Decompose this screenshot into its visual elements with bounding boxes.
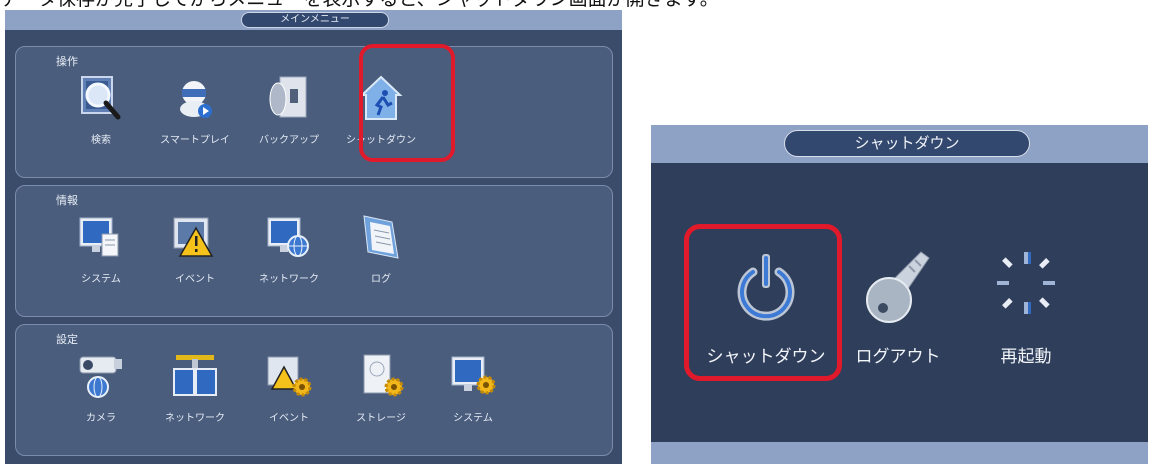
network-info-icon — [267, 217, 309, 257]
shutdown-bottom-bar — [651, 442, 1148, 464]
section-label-operation: 操作 — [56, 55, 78, 68]
key-icon — [866, 251, 930, 323]
section-operation: 操作 検索 スマートプレイ バックアップ シャットダウン — [15, 46, 613, 178]
menu-item-label: ストレージ — [356, 413, 406, 424]
menu-item-label: イベント — [175, 274, 215, 285]
menu-item-label: ネットワーク — [259, 274, 319, 285]
menu-item-label: カメラ — [86, 413, 116, 424]
menu-item-label: スマートプレイ — [160, 135, 230, 146]
menu-item-label: システム — [81, 274, 121, 285]
log-icon — [363, 215, 399, 259]
system-settings-icon — [451, 356, 496, 395]
backup-icon — [269, 76, 307, 118]
menu-item-label: システム — [453, 413, 493, 424]
camera-icon — [79, 356, 122, 398]
menu-item-label: ログ — [371, 274, 391, 285]
main-menu-title: メインメニュー — [241, 12, 389, 28]
smart-play-icon — [180, 81, 212, 118]
event-settings-icon — [267, 356, 312, 397]
main-menu-panel: メインメニュー 操作 検索 スマートプレイ バックアップ シャットダウン 情報 … — [5, 10, 622, 464]
shutdown-title-bar: シャットダウン — [651, 125, 1148, 163]
main-menu-title-bar: メインメニュー — [5, 10, 622, 30]
section-info: 情報 システム イベント ネットワーク ログ — [15, 185, 613, 317]
storage-icon — [363, 354, 404, 397]
search-icon — [81, 76, 121, 120]
shutdown-title: シャットダウン — [784, 130, 1030, 157]
system-info-icon — [79, 217, 119, 257]
menu-item-label: イベント — [269, 413, 309, 424]
section-label-settings: 設定 — [56, 333, 78, 346]
instruction-caption: データ保存が完了してからメニューを表示すると、シャットダウン画面が開きます。 — [0, 0, 1149, 10]
menu-item-label: ネットワーク — [165, 413, 225, 424]
network-settings-icon — [173, 355, 217, 396]
menu-item-label: バックアップ — [259, 135, 319, 146]
menu-item-label: 検索 — [91, 135, 111, 146]
restart-spinner-icon — [997, 252, 1055, 314]
shutdown-item-highlight — [359, 44, 455, 162]
restart-label: 再起動 — [1000, 347, 1052, 367]
event-warning-icon — [173, 217, 214, 257]
section-label-info: 情報 — [56, 194, 78, 207]
section-settings: 設定 カメラ ネットワーク イベント ストレージ システム — [15, 324, 613, 456]
shutdown-button-highlight — [684, 224, 842, 381]
